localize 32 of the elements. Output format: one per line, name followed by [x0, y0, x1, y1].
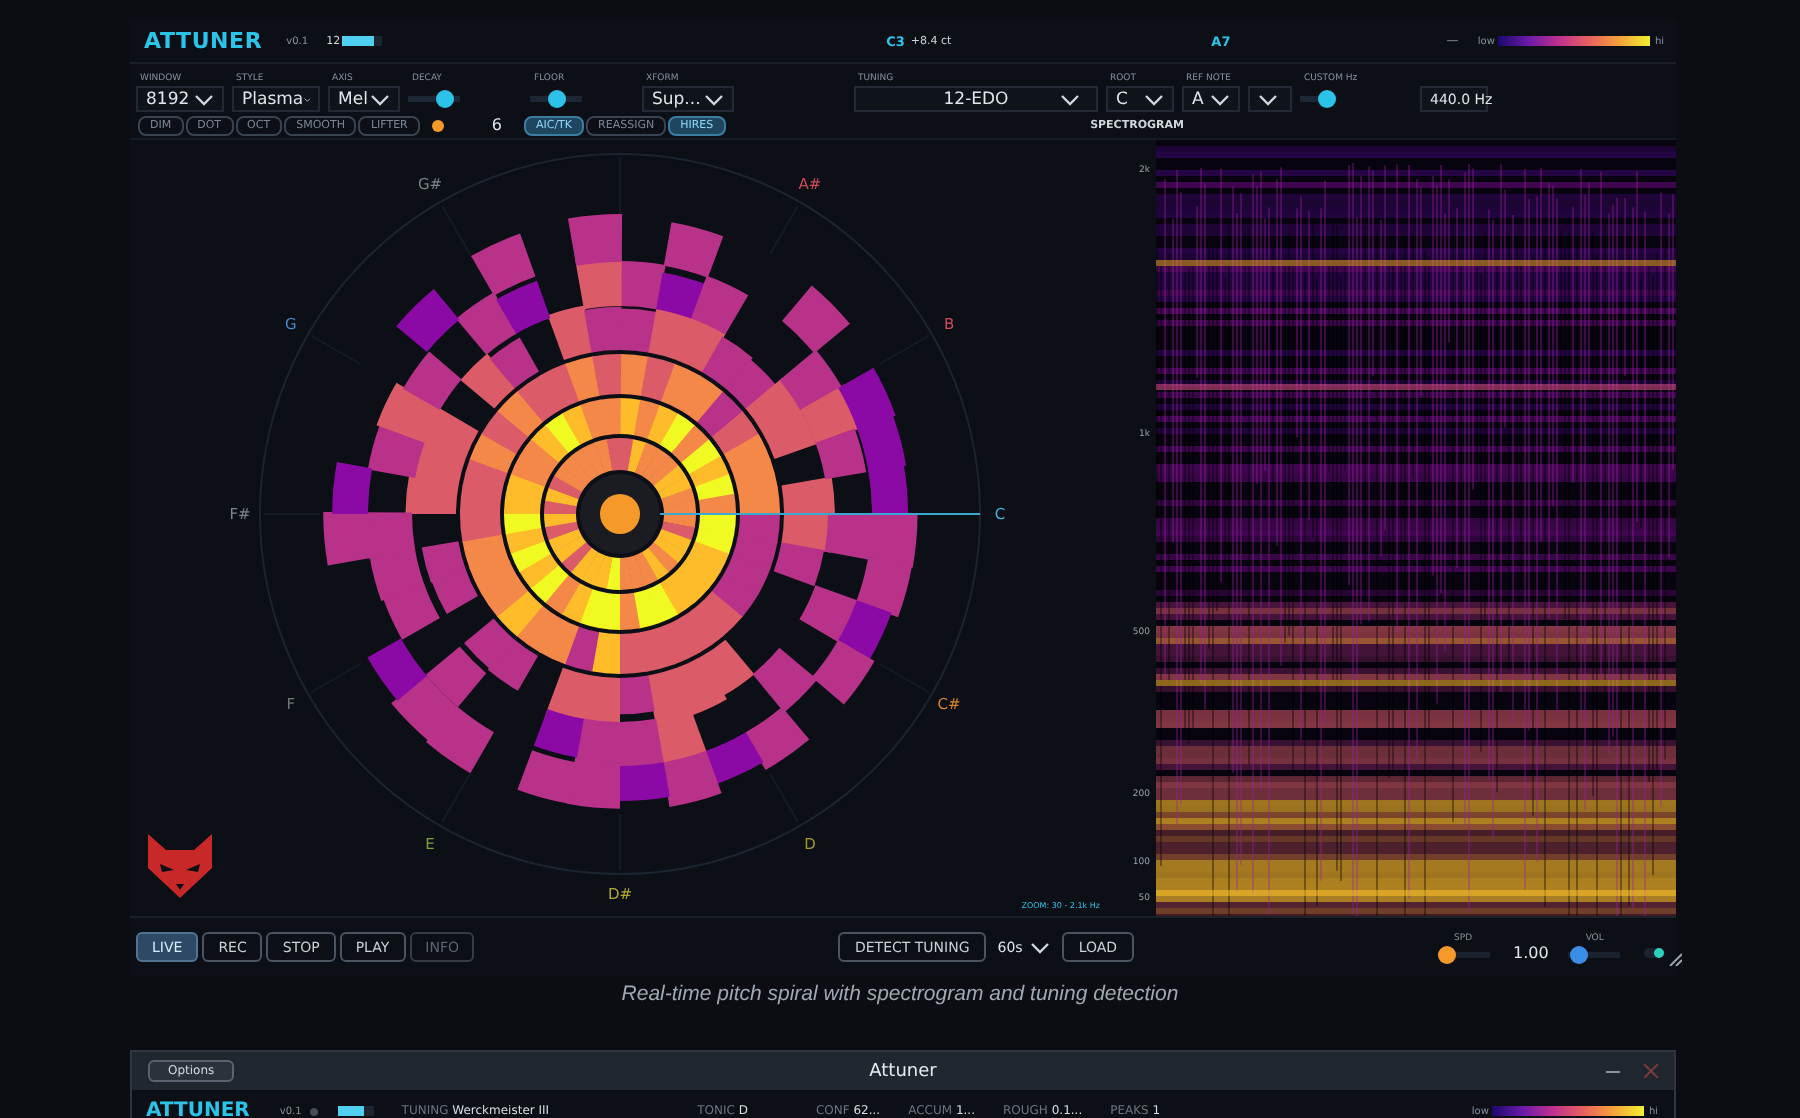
dropdown[interactable]: [1248, 86, 1292, 112]
chevron-icon: [1060, 93, 1080, 105]
chevron-icon: [1144, 93, 1164, 105]
dot-icon: [431, 119, 444, 131]
slider-thumb[interactable]: [547, 90, 565, 108]
slider-thumb[interactable]: [1570, 945, 1589, 963]
cat-head-logo-icon: [142, 832, 218, 900]
app-logo-title: ATTUNER: [144, 28, 263, 54]
figure-caption: Real-time pitch spiral with spectrogram and tuning detection: [619, 982, 1181, 1006]
monitor-toggle[interactable]: [1644, 948, 1665, 958]
dropdown[interactable]: Sup...: [642, 86, 734, 112]
chevron-icon: [370, 93, 390, 105]
dropdown[interactable]: C: [1106, 86, 1174, 112]
app-logo-title: ATTUNER: [146, 1100, 250, 1118]
resize-grip-icon[interactable]: [1668, 951, 1683, 965]
chevron-icon: [704, 93, 724, 105]
slider-thumb[interactable]: [1438, 945, 1457, 963]
toggle-switch[interactable]: [1300, 90, 1336, 108]
dropdown[interactable]: 12-EDO: [854, 86, 1098, 112]
chevron-icon: [1210, 93, 1230, 105]
slider-thumb[interactable]: [435, 90, 454, 108]
chevron-icon: [194, 93, 214, 105]
dropdown[interactable]: Plasma: [232, 86, 320, 112]
dropdown[interactable]: A: [1182, 86, 1240, 112]
dropdown[interactable]: 8192: [136, 86, 224, 112]
harmonics-count: 6: [491, 116, 502, 134]
chevron-icon: [1258, 93, 1278, 105]
chevron-icon: [1030, 941, 1051, 953]
speed-reading: 1.00: [1513, 944, 1549, 962]
dropdown[interactable]: Mel: [328, 86, 400, 112]
status-dot-icon: [309, 1107, 318, 1115]
window-title: Attuner: [869, 1061, 937, 1081]
